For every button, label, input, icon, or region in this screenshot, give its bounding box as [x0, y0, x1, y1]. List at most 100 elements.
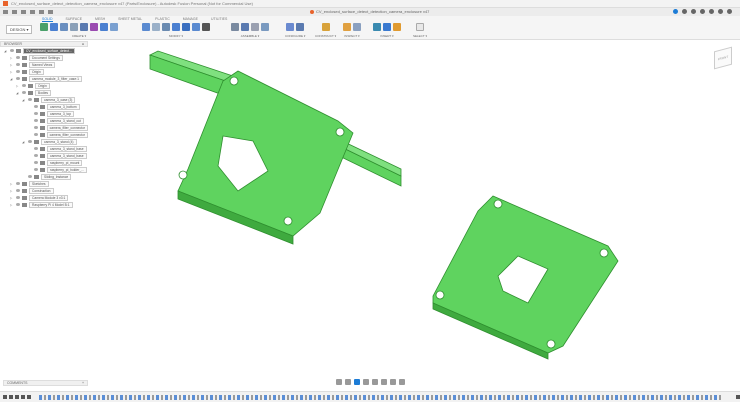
expand-icon[interactable]: ◢ — [22, 98, 26, 102]
timeline-features[interactable] — [39, 394, 722, 400]
online-icon[interactable] — [682, 9, 687, 14]
grid-menu-icon[interactable] — [3, 10, 8, 14]
browser-node[interactable]: ◢ camera_3_stand (4) — [0, 138, 88, 145]
viewports-icon[interactable] — [399, 379, 405, 385]
browser-node[interactable]: ◢ Bodies — [0, 89, 88, 96]
browser-node[interactable]: ▷ Origin — [0, 82, 88, 89]
save-icon[interactable] — [21, 10, 26, 14]
expand-icon[interactable]: ▷ — [10, 203, 14, 207]
browser-node[interactable]: ◢ CV_enclosed_surface_detect... — [0, 47, 88, 54]
browser-node[interactable]: camera_3_bottom — [0, 103, 88, 110]
browser-node[interactable]: ▷ Origin — [0, 68, 88, 75]
browser-node[interactable]: ▷ Camera Module 3 v3:1 — [0, 194, 88, 201]
tab-sheet-metal[interactable]: SHEET METAL — [118, 17, 142, 22]
visibility-icon[interactable] — [16, 56, 20, 59]
orbit-icon[interactable] — [336, 379, 342, 385]
visibility-icon[interactable] — [16, 196, 20, 199]
3d-viewport[interactable]: FRONT — [88, 41, 740, 376]
file-icon[interactable] — [12, 10, 17, 14]
tab-utilities[interactable]: UTILITIES — [211, 17, 227, 22]
visibility-icon[interactable] — [34, 154, 38, 157]
modify-group[interactable]: MODIFY ▾ — [142, 22, 210, 38]
expand-icon[interactable]: ▷ — [10, 196, 14, 200]
assemble-group[interactable]: ASSEMBLE ▾ — [231, 22, 269, 38]
browser-node[interactable]: ▷ Named Views — [0, 61, 88, 68]
visibility-icon[interactable] — [16, 182, 20, 185]
visibility-icon[interactable] — [28, 98, 32, 101]
expand-icon[interactable]: ▷ — [10, 63, 14, 67]
workspace-dropdown[interactable]: DESIGN ▾ — [6, 25, 33, 34]
redo-icon[interactable] — [39, 10, 44, 14]
configure-group[interactable]: CONFIGURE ▾ — [285, 22, 305, 38]
model-canvas[interactable] — [88, 41, 740, 376]
browser-node[interactable]: camera_3_stand_base — [0, 145, 88, 152]
expand-icon[interactable]: ◢ — [10, 77, 14, 81]
last-step-icon[interactable] — [27, 395, 31, 399]
browser-node[interactable]: camera_3_top — [0, 110, 88, 117]
expand-icon[interactable]: ▷ — [10, 189, 14, 193]
visibility-icon[interactable] — [34, 147, 38, 150]
browser-node[interactable]: ▷ Raspberry Pi 4 Model B:1 — [0, 201, 88, 208]
notifications-icon[interactable] — [709, 9, 714, 14]
user-avatar-icon[interactable] — [727, 9, 732, 14]
visibility-icon[interactable] — [22, 84, 26, 87]
browser-node[interactable]: camera_filter_connector — [0, 124, 89, 131]
browser-node[interactable]: ◢ camera_3_case (3) — [0, 96, 88, 103]
browser-node[interactable]: ◢ camera_module_3_filter_case:1 — [0, 75, 88, 82]
browser-node[interactable]: raspberry_pi_holder_... — [0, 166, 88, 173]
fit-icon[interactable] — [372, 379, 378, 385]
grid-settings-icon[interactable] — [390, 379, 396, 385]
browser-node[interactable]: camera_3_stand_cut — [0, 117, 88, 124]
look-at-icon[interactable] — [345, 379, 351, 385]
timeline-settings-icon[interactable] — [736, 395, 740, 399]
visibility-icon[interactable] — [34, 105, 38, 108]
browser-node[interactable]: ▷ Construction — [0, 187, 88, 194]
visibility-icon[interactable] — [28, 175, 32, 178]
visibility-icon[interactable] — [16, 63, 20, 66]
extensions-icon[interactable] — [700, 9, 705, 14]
visibility-icon[interactable] — [16, 203, 20, 206]
visibility-icon[interactable] — [33, 126, 38, 129]
visibility-icon[interactable] — [34, 119, 38, 122]
visibility-icon[interactable] — [33, 133, 38, 136]
inspect-group[interactable]: INSPECT ▾ — [343, 22, 361, 38]
visibility-icon[interactable] — [34, 112, 38, 115]
expand-icon[interactable]: ▷ — [16, 84, 20, 88]
undo-icon[interactable] — [30, 10, 35, 14]
jobs-icon[interactable] — [691, 9, 696, 14]
add-tab-icon[interactable] — [673, 9, 678, 14]
document-tab[interactable]: CV_enclosed_surface_detect_detection_cam… — [310, 9, 429, 14]
construct-group[interactable]: CONSTRUCT ▾ — [315, 22, 336, 38]
expand-icon[interactable]: ▷ — [10, 56, 14, 60]
browser-node[interactable]: Sliding_Instance — [0, 173, 88, 180]
create-group[interactable]: CREATE ▾ — [40, 22, 118, 38]
browser-node[interactable]: camera_filter_connector — [0, 131, 89, 138]
previous-step-icon[interactable] — [9, 395, 13, 399]
browser-node[interactable]: ▷ Document Settings — [0, 54, 88, 61]
browser-node[interactable]: ▷ Sketches — [0, 180, 88, 187]
zoom-icon[interactable] — [363, 379, 369, 385]
insert-group[interactable]: INSERT ▾ — [373, 22, 401, 38]
first-step-icon[interactable] — [3, 395, 7, 399]
browser-node[interactable]: raspberry_pi_mount — [0, 159, 88, 166]
expand-icon[interactable]: ◢ — [16, 91, 20, 95]
expand-icon[interactable]: ▷ — [10, 70, 14, 74]
expand-icon[interactable]: ◢ — [22, 140, 26, 144]
visibility-icon[interactable] — [10, 49, 14, 52]
pan-icon[interactable] — [354, 379, 360, 385]
pin-icon[interactable]: ● — [82, 42, 84, 46]
next-step-icon[interactable] — [21, 395, 25, 399]
expand-icon[interactable]: ◢ — [4, 49, 8, 53]
play-icon[interactable] — [15, 395, 19, 399]
select-group[interactable]: SELECT ▾ — [413, 22, 427, 38]
visibility-icon[interactable] — [16, 70, 20, 73]
display-settings-icon[interactable] — [381, 379, 387, 385]
visibility-icon[interactable] — [16, 189, 20, 192]
visibility-icon[interactable] — [34, 161, 38, 164]
visibility-icon[interactable] — [28, 140, 32, 143]
expand-icon[interactable]: ▷ — [10, 182, 14, 186]
browser-node[interactable]: camera_3_stand_base — [0, 152, 88, 159]
comments-panel[interactable]: COMMENTS + — [3, 380, 88, 386]
add-comment-icon[interactable]: + — [82, 381, 84, 385]
home-icon[interactable] — [48, 10, 53, 14]
